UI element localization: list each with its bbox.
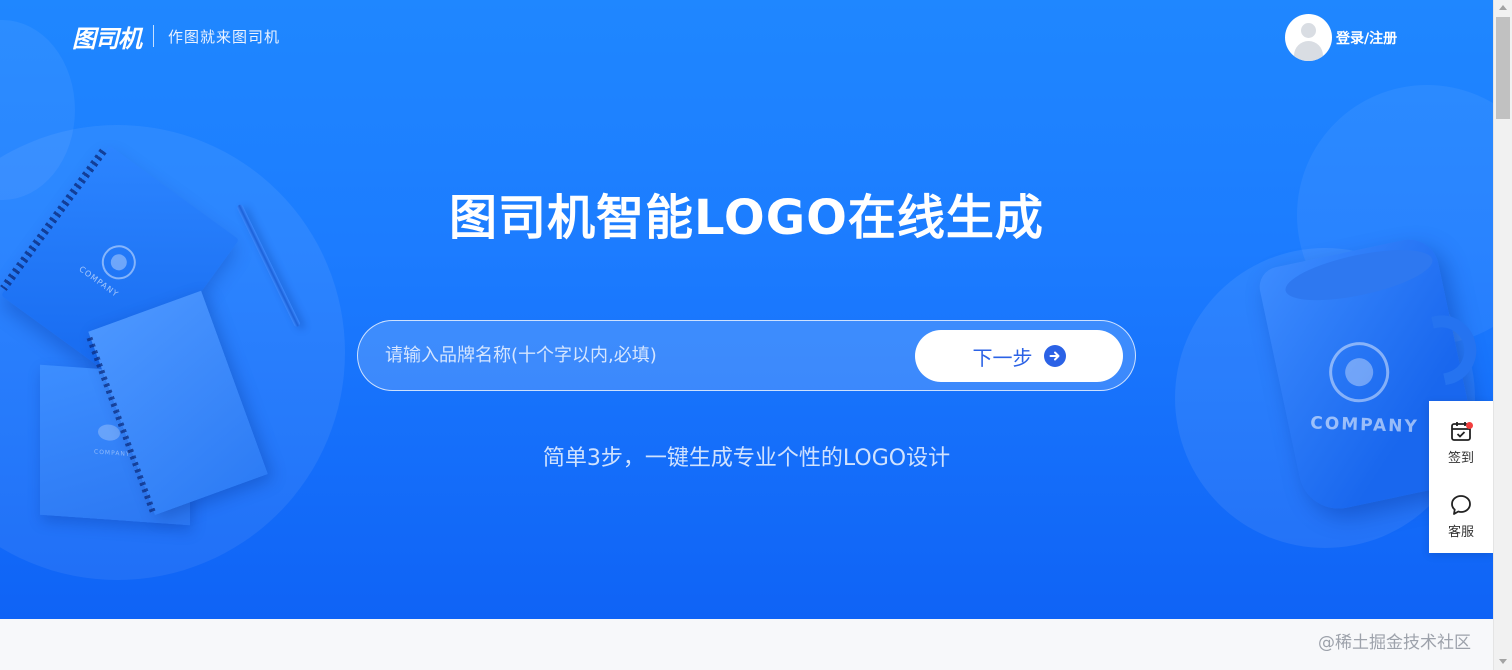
watermark: @稀土掘金技术社区 — [1318, 633, 1471, 653]
company-emblem-icon — [98, 423, 120, 442]
check-in-label: 签到 — [1447, 451, 1474, 466]
brand-name-search-bar: 下一步 — [357, 320, 1136, 391]
scroll-up-arrow-icon[interactable] — [1499, 5, 1507, 10]
scroll-down-arrow-icon[interactable] — [1499, 659, 1507, 664]
scrollbar-thumb[interactable] — [1496, 17, 1510, 119]
customer-service-label: 客服 — [1447, 525, 1474, 540]
hero-title: 图司机智能LOGO在线生成 — [449, 190, 1044, 246]
hero-subtitle: 简单3步，一键生成专业个性的LOGO设计 — [542, 446, 951, 471]
page: COMPANY COMPANY COMPANY 图司机 作图就来图司机 登录/注… — [0, 0, 1512, 670]
login-register-link[interactable]: 登录/注册 — [1336, 28, 1397, 48]
side-toolbar: 签到 客服 — [1429, 401, 1493, 553]
chat-bubble-icon — [1451, 495, 1471, 515]
next-step-label: 下一步 — [972, 345, 1033, 370]
logo-text[interactable]: 图司机 — [72, 19, 142, 54]
mug-company-text: COMPANY — [1310, 413, 1420, 438]
site-logo[interactable]: 图司机 作图就来图司机 — [72, 19, 281, 54]
logo-divider — [153, 25, 154, 47]
avatar-head — [1301, 23, 1316, 38]
next-step-button[interactable]: 下一步 — [915, 330, 1123, 382]
notification-dot — [1466, 422, 1473, 429]
logo-slogan: 作图就来图司机 — [168, 27, 281, 46]
vertical-scrollbar[interactable] — [1493, 0, 1512, 670]
check-in-button[interactable]: 签到 — [1429, 409, 1493, 479]
arrow-right-icon — [1043, 345, 1066, 367]
customer-service-button[interactable]: 客服 — [1429, 483, 1493, 553]
avatar-body — [1294, 41, 1323, 61]
user-login[interactable]: 登录/注册 — [1285, 14, 1397, 61]
avatar[interactable] — [1285, 14, 1332, 61]
brand-name-input[interactable] — [385, 321, 905, 390]
hero-banner: COMPANY COMPANY COMPANY 图司机 作图就来图司机 登录/注… — [0, 0, 1493, 619]
